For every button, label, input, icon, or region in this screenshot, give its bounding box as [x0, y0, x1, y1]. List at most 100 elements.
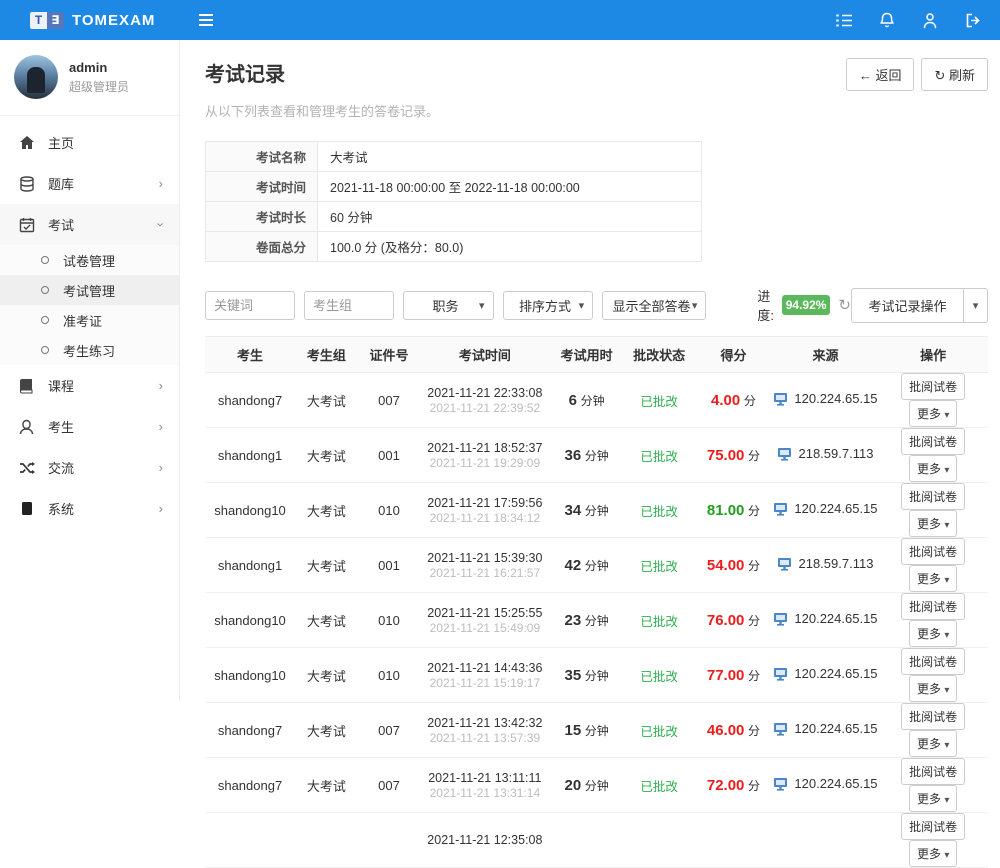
actions-cell: 批阅试卷 更多 ▾: [878, 538, 988, 593]
sidebar-item-course[interactable]: 课程 ›: [0, 365, 179, 406]
chevron-down-icon: ▾: [944, 740, 949, 751]
exam-record-actions-button[interactable]: 考试记录操作: [851, 288, 963, 323]
sidebar-subitem-admission-ticket[interactable]: 准考证: [0, 305, 179, 335]
score-cell: 81.00 分: [694, 483, 772, 538]
computer-icon: [773, 392, 788, 406]
computer-icon: [777, 447, 792, 461]
sidebar-item-home[interactable]: 主页: [0, 122, 179, 163]
group-cell: [295, 813, 358, 868]
source-cell: 120.224.65.15: [773, 648, 879, 703]
review-paper-button[interactable]: 批阅试卷: [901, 593, 965, 620]
sidebar-item-question-bank[interactable]: 题库 ›: [0, 163, 179, 204]
logo-book-icon: ∃: [47, 12, 64, 29]
review-paper-button[interactable]: 批阅试卷: [901, 813, 965, 840]
exam-time-cell: 2021-11-21 14:43:36 2021-11-21 15:19:17: [420, 648, 549, 703]
ip-address: 120.224.65.15: [794, 391, 877, 406]
score-cell: 54.00 分: [694, 538, 772, 593]
logout-icon[interactable]: [964, 11, 982, 29]
person-icon: [18, 418, 35, 435]
duration-cell: 35 分钟: [549, 648, 623, 703]
ip-address: 218.59.7.113: [798, 556, 873, 571]
more-button[interactable]: 更多 ▾: [909, 785, 957, 812]
more-button[interactable]: 更多 ▾: [909, 455, 957, 482]
group-cell: 大考试: [295, 483, 358, 538]
group-cell: 大考试: [295, 703, 358, 758]
computer-icon: [773, 722, 788, 736]
examinee-cell: shandong1: [205, 538, 295, 593]
examinee-group-input[interactable]: [304, 291, 394, 320]
exam-record-actions-caret[interactable]: ▾: [963, 288, 988, 323]
sidebar-item-system[interactable]: 系统 ›: [0, 488, 179, 529]
duration-cell: 42 分钟: [549, 538, 623, 593]
review-paper-button[interactable]: 批阅试卷: [901, 538, 965, 565]
sidebar-subitem-examinee-practice[interactable]: 考生练习: [0, 335, 179, 365]
sidebar-subitem-exam-management[interactable]: 考试管理: [0, 275, 179, 305]
notifications-bell-icon[interactable]: [878, 11, 896, 29]
review-paper-button[interactable]: 批阅试卷: [901, 373, 965, 400]
review-paper-button[interactable]: 批阅试卷: [901, 428, 965, 455]
more-button[interactable]: 更多 ▾: [909, 565, 957, 592]
avatar[interactable]: [14, 55, 58, 99]
sort-order-select[interactable]: 排序方式 ▾: [503, 291, 594, 320]
brand-logo[interactable]: T ∃ TOMEXAM: [0, 12, 180, 29]
position-select[interactable]: 职务 ▾: [403, 291, 494, 320]
refresh-button[interactable]: ↻ 刷新: [921, 58, 988, 91]
actions-cell: 批阅试卷 更多 ▾: [878, 703, 988, 758]
duration-cell: 15 分钟: [549, 703, 623, 758]
col-duration: 考试用时: [549, 337, 623, 373]
col-exam-time: 考试时间: [420, 337, 549, 373]
actions-cell: 批阅试卷 更多 ▾: [878, 593, 988, 648]
ip-address: 120.224.65.15: [794, 721, 877, 736]
grading-status-cell: 已批改: [624, 428, 694, 483]
chevron-down-icon: ▾: [944, 850, 949, 861]
progress-refresh-icon[interactable]: ↻: [838, 296, 851, 314]
back-button[interactable]: ← 返回: [846, 58, 915, 91]
sidebar-subitem-paper-management[interactable]: 试卷管理: [0, 245, 179, 275]
more-button[interactable]: 更多 ▾: [909, 840, 957, 867]
info-row-exam-name: 考试名称 大考试: [206, 142, 702, 172]
review-paper-button[interactable]: 批阅试卷: [901, 648, 965, 675]
start-time: 2021-11-21 15:25:55: [420, 605, 549, 621]
more-button[interactable]: 更多 ▾: [909, 675, 957, 702]
record-row: shandong7 大考试 007 2021-11-21 22:33:08 20…: [205, 373, 988, 428]
sidebar-item-examinee[interactable]: 考生 ›: [0, 406, 179, 447]
review-paper-button[interactable]: 批阅试卷: [901, 703, 965, 730]
id-number-cell: [358, 813, 421, 868]
record-row: 2021-11-21 12:35:08 分钟 分 批阅试卷 更多 ▾: [205, 813, 988, 868]
more-button[interactable]: 更多 ▾: [909, 730, 957, 757]
id-number-cell: 001: [358, 428, 421, 483]
more-button[interactable]: 更多 ▾: [909, 400, 957, 427]
start-time: 2021-11-21 18:52:37: [420, 440, 549, 456]
computer-icon: [773, 667, 788, 681]
score-cell: 分: [694, 813, 772, 868]
actions-cell: 批阅试卷 更多 ▾: [878, 813, 988, 868]
info-value: 大考试: [318, 142, 702, 172]
more-button[interactable]: 更多 ▾: [909, 620, 957, 647]
task-list-icon[interactable]: [835, 11, 853, 29]
progress-badge: 94.92%: [782, 295, 831, 315]
more-button[interactable]: 更多 ▾: [909, 510, 957, 537]
user-account-icon[interactable]: [921, 11, 939, 29]
calendar-check-icon: [18, 216, 35, 233]
sidebar-item-exchange[interactable]: 交流 ›: [0, 447, 179, 488]
ip-address: 120.224.65.15: [794, 501, 877, 516]
actions-cell: 批阅试卷 更多 ▾: [878, 758, 988, 813]
sidebar-menu: 主页 题库 › 考试 › 试卷管理 考试管理 准考证: [0, 116, 179, 529]
review-paper-button[interactable]: 批阅试卷: [901, 483, 965, 510]
start-time: 2021-11-21 13:42:32: [420, 715, 549, 731]
sidebar-item-exam[interactable]: 考试 ›: [0, 204, 179, 245]
start-time: 2021-11-21 12:35:08: [420, 832, 549, 848]
hamburger-menu-icon[interactable]: [198, 13, 214, 27]
start-time: 2021-11-21 14:43:36: [420, 660, 549, 676]
show-all-papers-select[interactable]: 显示全部答卷 ▾: [602, 291, 706, 320]
keyword-input[interactable]: [205, 291, 295, 320]
end-time: 2021-11-21 15:49:09: [420, 621, 549, 636]
review-paper-button[interactable]: 批阅试卷: [901, 758, 965, 785]
chevron-down-icon: ▾: [579, 299, 585, 312]
computer-icon: [773, 612, 788, 626]
brand-name: TOMEXAM: [72, 12, 155, 29]
col-examinee: 考生: [205, 337, 295, 373]
chevron-right-icon: ›: [159, 419, 163, 434]
group-cell: 大考试: [295, 538, 358, 593]
chevron-down-icon: ▾: [944, 465, 949, 476]
